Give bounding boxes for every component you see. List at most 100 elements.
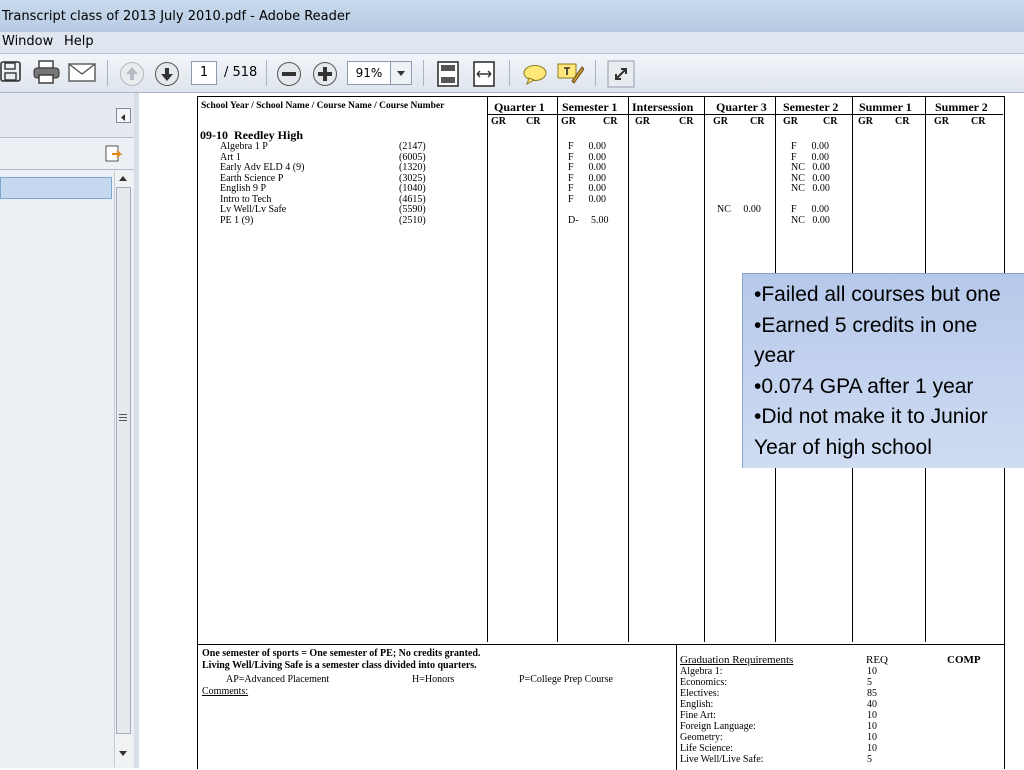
collapse-pane-button[interactable] xyxy=(116,108,131,123)
requirement-credits: 5 xyxy=(867,677,872,688)
print-icon[interactable] xyxy=(33,60,61,86)
requirement-subject: Electives: xyxy=(680,688,720,699)
course-name: Early Adv ELD 4 (9) xyxy=(220,162,305,173)
window-titlebar: Transcript class of 2013 July 2010.pdf -… xyxy=(0,0,1024,33)
semester2-grade: NC 0.00 xyxy=(791,214,830,226)
scroll-thumb[interactable] xyxy=(116,187,131,734)
course-name: English 9 P xyxy=(220,183,267,194)
requirement-credits: 10 xyxy=(867,721,877,732)
comp-label: COMP xyxy=(947,654,981,666)
quarter3-grade: NC 0.00 xyxy=(717,204,761,215)
gr-label: GR xyxy=(713,116,728,127)
gr-label: GR xyxy=(561,116,576,127)
requirement-credits: 10 xyxy=(867,743,877,754)
chevron-down-icon xyxy=(397,71,405,76)
term-header-quarter3: Quarter 3 xyxy=(716,100,767,114)
cr-label: CR xyxy=(895,116,910,127)
zoom-dropdown-button[interactable] xyxy=(390,61,412,85)
next-page-icon[interactable] xyxy=(154,61,180,87)
semester2-grade: F 0.00 xyxy=(791,204,830,215)
cr-label: CR xyxy=(679,116,694,127)
page-number-input[interactable]: 1 xyxy=(191,61,217,85)
legend-college-prep: P=College Prep Course xyxy=(519,674,613,685)
semester1-grade: F 0.00 xyxy=(568,162,607,173)
page-count: / 518 xyxy=(224,65,258,80)
semester2-grade: NC 0.00 xyxy=(791,183,830,194)
scroll-up-icon[interactable] xyxy=(118,174,128,182)
scroll-down-icon[interactable] xyxy=(118,750,128,758)
navigation-scrollbar[interactable] xyxy=(114,171,131,767)
requirement-credits: 10 xyxy=(867,732,877,743)
semester1-grade: F 0.00 xyxy=(568,141,607,152)
fit-width-icon[interactable] xyxy=(472,60,498,87)
term-header-semester2: Semester 2 xyxy=(783,100,839,114)
previous-page-icon[interactable] xyxy=(119,61,145,87)
term-header-intersession: Intersession xyxy=(632,100,694,114)
semester1-grade: D- 5.00 xyxy=(568,214,609,226)
requirement-credits: 10 xyxy=(867,666,877,677)
course-number: (5590) xyxy=(399,204,426,215)
cr-label: CR xyxy=(971,116,986,127)
cr-label: CR xyxy=(603,116,618,127)
legend-honors: H=Honors xyxy=(412,674,455,685)
cr-label: CR xyxy=(750,116,765,127)
zoom-out-icon[interactable] xyxy=(276,61,302,87)
selected-thumbnail[interactable] xyxy=(0,177,112,199)
requirement-credits: 85 xyxy=(867,688,877,699)
footer-line1: One semester of sports = One semester of… xyxy=(202,648,481,659)
requirement-subject: Live Well/Live Safe: xyxy=(680,754,764,765)
course-name: Lv Well/Lv Safe xyxy=(220,204,287,215)
requirement-subject: Fine Art: xyxy=(680,710,716,721)
zoom-level-input[interactable]: 91% xyxy=(347,61,391,85)
gr-label: GR xyxy=(635,116,650,127)
menu-help[interactable]: Help xyxy=(64,34,94,49)
term-header-summer2: Summer 2 xyxy=(935,100,988,114)
course-name: PE 1 (9) xyxy=(220,214,254,226)
requirement-credits: 10 xyxy=(867,710,877,721)
footer-line2: Living Well/Living Safe is a semester cl… xyxy=(202,660,477,671)
comment-icon[interactable] xyxy=(522,63,548,89)
callout-line: •Did not make it to Junior xyxy=(754,405,988,428)
semester2-grade: F 0.00 xyxy=(791,141,830,152)
bookmark-options-icon[interactable] xyxy=(104,144,124,164)
gr-label: GR xyxy=(783,116,798,127)
gr-label: GR xyxy=(491,116,506,127)
comments-label: Comments: xyxy=(202,686,249,697)
fit-page-icon[interactable] xyxy=(436,60,462,87)
term-header-semester1: Semester 1 xyxy=(562,100,618,114)
callout-line: •Earned 5 credits in one xyxy=(754,313,978,337)
callout-line: year xyxy=(754,344,795,367)
semester1-grade: F 0.00 xyxy=(568,193,607,205)
requirement-subject: Economics: xyxy=(680,677,728,688)
requirement-credits: 5 xyxy=(867,754,872,765)
expand-icon[interactable] xyxy=(607,60,635,88)
save-icon[interactable] xyxy=(0,61,22,87)
requirement-subject: Algebra 1: xyxy=(680,666,723,677)
zoom-in-icon[interactable] xyxy=(312,61,338,87)
course-number: (1320) xyxy=(399,162,426,173)
school-line: 09-10 Reedley High xyxy=(200,128,303,142)
window-title: Transcript class of 2013 July 2010.pdf -… xyxy=(2,9,351,24)
first-column-header: School Year / School Name / Course Name … xyxy=(201,101,445,111)
term-header-summer1: Summer 1 xyxy=(859,100,912,114)
callout-line: •Failed all courses but one xyxy=(754,283,1001,306)
legend-ap: AP=Advanced Placement xyxy=(226,674,330,685)
callout-line: •0.074 GPA after 1 year xyxy=(754,374,974,398)
course-number: (2147) xyxy=(399,141,426,152)
requirement-subject: Foreign Language: xyxy=(680,721,756,732)
graduation-title: Graduation Requirements xyxy=(680,654,794,666)
semester1-grade: F 0.00 xyxy=(568,183,607,194)
term-header-quarter1: Quarter 1 xyxy=(494,100,545,114)
requirement-subject: English: xyxy=(680,699,714,710)
navigation-pane xyxy=(0,93,139,768)
highlight-icon[interactable] xyxy=(556,61,584,87)
toolbar xyxy=(0,54,1024,93)
requirement-subject: Geometry: xyxy=(680,732,723,743)
callout-line: Year of high school xyxy=(754,435,932,459)
gr-label: GR xyxy=(934,116,949,127)
menu-window[interactable]: Window xyxy=(2,34,53,49)
course-number: (1040) xyxy=(399,183,426,194)
summary-callout: •Failed all courses but one •Earned 5 cr… xyxy=(742,273,1024,468)
email-icon[interactable] xyxy=(68,63,96,89)
gr-label: GR xyxy=(858,116,873,127)
